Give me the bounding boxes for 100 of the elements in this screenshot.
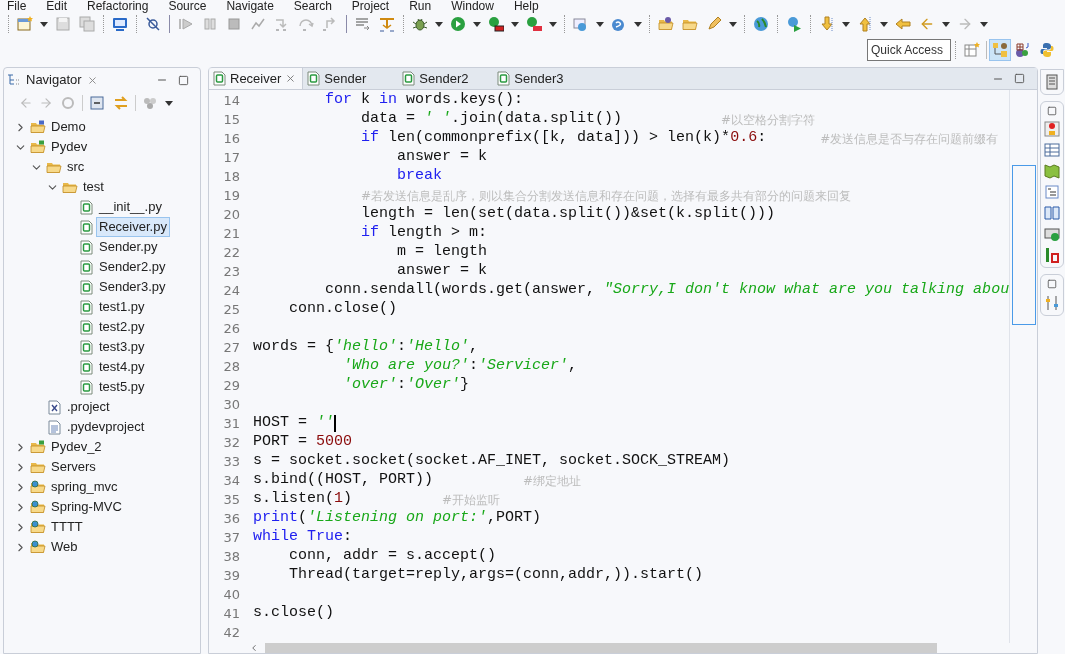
step-into-icon[interactable] xyxy=(274,16,290,32)
editor-tab[interactable]: Receiver xyxy=(209,68,304,89)
close-icon[interactable] xyxy=(285,73,297,84)
monitor-icon[interactable] xyxy=(112,16,128,32)
tree-item[interactable]: test5.py xyxy=(96,377,148,397)
dropdown-caret-icon[interactable] xyxy=(729,21,737,27)
editor-tab[interactable]: Sender xyxy=(303,68,399,89)
menu-item[interactable]: Project xyxy=(351,0,390,12)
menu-item[interactable]: Navigate xyxy=(226,0,274,12)
run-web-icon[interactable] xyxy=(786,16,802,32)
step-return-icon[interactable] xyxy=(322,16,338,32)
dropdown-caret-icon[interactable] xyxy=(942,21,950,27)
pause-icon[interactable] xyxy=(202,16,218,32)
menu-item[interactable]: File xyxy=(7,0,27,12)
new-spring-icon[interactable] xyxy=(611,16,627,32)
java-perspective-icon[interactable] xyxy=(1015,42,1031,58)
tree-item[interactable]: Servers xyxy=(48,457,99,477)
map-icon[interactable] xyxy=(1044,163,1060,179)
dropdown-caret-icon[interactable] xyxy=(549,21,557,27)
stop-icon[interactable] xyxy=(226,16,242,32)
back-icon[interactable] xyxy=(19,96,33,110)
tree-item[interactable]: test4.py xyxy=(96,357,148,377)
tree-item[interactable]: test xyxy=(80,177,107,197)
tree-item[interactable]: Pydev xyxy=(48,137,91,157)
dropdown-caret-icon[interactable] xyxy=(634,21,642,27)
dropdown-caret-icon[interactable] xyxy=(511,21,519,27)
menu-item[interactable]: Help xyxy=(513,0,539,12)
perspective-button[interactable] xyxy=(989,39,1011,61)
dropdown-caret-icon[interactable] xyxy=(473,21,481,27)
maximize-icon[interactable] xyxy=(178,74,189,86)
quick-access-field[interactable]: Quick Access xyxy=(867,39,951,61)
dropdown-caret-icon[interactable] xyxy=(980,21,988,27)
open-perspective-icon[interactable] xyxy=(964,42,980,58)
dropdown-caret-icon[interactable] xyxy=(435,21,443,27)
outline-icon[interactable] xyxy=(1044,184,1060,200)
disconnect-icon[interactable] xyxy=(250,16,266,32)
tree-item[interactable]: src xyxy=(64,157,88,177)
menu-item[interactable]: Search xyxy=(293,0,332,12)
tree-item[interactable]: Receiver.py xyxy=(96,217,170,237)
open-project-icon[interactable] xyxy=(658,16,674,32)
tree-item[interactable]: Spring-MVC xyxy=(48,497,125,517)
tree-item[interactable]: Demo xyxy=(48,117,89,137)
scrollbar-thumb[interactable] xyxy=(265,643,937,653)
table-icon[interactable] xyxy=(1044,142,1060,158)
tree-item[interactable]: .project xyxy=(64,397,113,417)
previous-annotation-icon[interactable] xyxy=(857,16,873,32)
skip-breakpoints-icon[interactable] xyxy=(145,16,161,32)
run-icon[interactable] xyxy=(450,16,466,32)
step-filter-icon[interactable] xyxy=(379,16,395,32)
list-arrow-icon[interactable] xyxy=(355,16,371,32)
tree-item[interactable]: Sender.py xyxy=(96,237,161,257)
tree-item[interactable]: .pydevproject xyxy=(64,417,148,437)
last-edit-icon[interactable] xyxy=(895,16,911,32)
tree-item[interactable]: spring_mvc xyxy=(48,477,121,497)
tree-item[interactable]: Sender3.py xyxy=(96,277,169,297)
step-over-icon[interactable] xyxy=(298,16,314,32)
restore-icon[interactable] xyxy=(1047,106,1057,116)
pen-icon[interactable] xyxy=(706,16,722,32)
tree-item[interactable]: test2.py xyxy=(96,317,148,337)
editor-tab[interactable]: Sender2 xyxy=(398,68,494,89)
dropdown-caret-icon[interactable] xyxy=(165,100,173,106)
run-coverage-icon[interactable] xyxy=(488,16,504,32)
forward-icon[interactable] xyxy=(957,16,973,32)
maximize-icon[interactable] xyxy=(1014,73,1025,84)
run-tool-icon[interactable] xyxy=(526,16,542,32)
link-editor-icon[interactable] xyxy=(113,95,129,111)
next-annotation-icon[interactable] xyxy=(819,16,835,32)
book-icon[interactable] xyxy=(1044,205,1060,221)
back-icon[interactable] xyxy=(919,16,935,32)
up-folder-icon[interactable] xyxy=(60,95,76,111)
menu-item[interactable]: Source xyxy=(168,0,207,12)
close-icon[interactable] xyxy=(86,74,98,86)
document-icon[interactable] xyxy=(1044,74,1060,90)
tree-item[interactable]: Web xyxy=(48,537,81,557)
dropdown-caret-icon[interactable] xyxy=(596,21,604,27)
forward-icon[interactable] xyxy=(39,96,53,110)
bug-icon[interactable] xyxy=(412,16,428,32)
editor-tab[interactable]: Sender3 xyxy=(493,68,589,89)
tree-item[interactable]: test1.py xyxy=(96,297,148,317)
menu-item[interactable]: Edit xyxy=(46,0,68,12)
resume-icon[interactable] xyxy=(178,16,194,32)
collapse-all-icon[interactable] xyxy=(89,95,105,111)
globe-icon[interactable] xyxy=(753,16,769,32)
scroll-left-icon[interactable] xyxy=(249,643,259,653)
console-icon[interactable] xyxy=(1044,226,1060,242)
tree-item[interactable]: test3.py xyxy=(96,337,148,357)
tree-item[interactable]: __init__.py xyxy=(96,197,165,217)
unit-test-icon[interactable] xyxy=(1044,247,1060,263)
menu-item[interactable]: Window xyxy=(451,0,494,12)
menu-item[interactable]: Refactoring xyxy=(87,0,149,12)
filter-icon[interactable] xyxy=(142,95,158,111)
tree-item[interactable]: TTTT xyxy=(48,517,86,537)
dropdown-caret-icon[interactable] xyxy=(880,21,888,27)
save-all-icon[interactable] xyxy=(79,16,95,32)
sliders-icon[interactable] xyxy=(1044,295,1060,311)
dropdown-caret-icon[interactable] xyxy=(40,21,48,27)
tree-item[interactable]: Sender2.py xyxy=(96,257,169,277)
python-icon[interactable] xyxy=(1039,42,1055,58)
tasks-icon[interactable] xyxy=(1044,121,1060,137)
new-server-icon[interactable] xyxy=(573,16,589,32)
